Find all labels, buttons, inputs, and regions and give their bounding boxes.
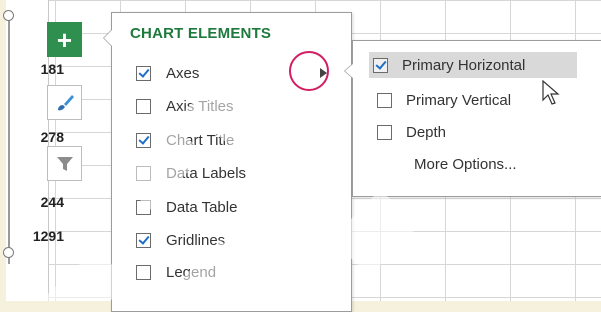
checkbox[interactable] — [136, 232, 151, 248]
chart-element-label: Data Table — [166, 198, 238, 216]
submenu-item-label: Depth — [406, 123, 447, 141]
resize-handle-top-left[interactable] — [3, 10, 14, 21]
checkbox[interactable] — [377, 124, 392, 140]
checkbox[interactable] — [136, 165, 151, 181]
paintbrush-icon — [57, 94, 74, 110]
panel-title: CHART ELEMENTS — [130, 25, 272, 42]
chart-element-label: Axes — [166, 64, 200, 82]
resize-handle-left[interactable] — [3, 247, 14, 258]
checkbox[interactable] — [377, 92, 392, 108]
plus-icon: + — [56, 24, 73, 55]
chart-element-label: Chart Title — [166, 131, 235, 149]
checkbox[interactable] — [136, 132, 151, 148]
cell-value[interactable]: 244 — [6, 194, 64, 210]
mouse-cursor-icon — [542, 80, 560, 105]
submenu-item-label: Primary Vertical — [406, 91, 512, 109]
cell-value[interactable]: 278 — [6, 129, 64, 145]
chart-styles-button[interactable] — [47, 85, 82, 120]
chart-element-axis-titles[interactable]: Axis Titles — [136, 94, 234, 118]
checkbox[interactable] — [373, 57, 388, 73]
funnel-icon — [56, 156, 73, 171]
chart-element-axes[interactable]: Axes — [136, 61, 199, 85]
submenu-item-label: Primary Horizontal — [402, 56, 526, 74]
chart-element-label: Data Labels — [166, 164, 247, 182]
more-options-link[interactable]: More Options... — [414, 156, 517, 173]
chart-element-data-labels[interactable]: Data Labels — [136, 161, 246, 185]
chart-element-gridlines[interactable]: Gridlines — [136, 228, 225, 252]
chart-selection-frame — [8, 12, 10, 264]
chart-element-data-table[interactable]: Data Table — [136, 195, 237, 219]
chart-element-label: Gridlines — [166, 231, 226, 249]
checkbox[interactable] — [136, 264, 151, 280]
axes-submenu: Primary Horizontal Primary Vertical Dept… — [344, 40, 601, 197]
cell-value[interactable]: 181 — [6, 61, 64, 77]
submenu-item-primary-vertical[interactable]: Primary Vertical — [373, 87, 511, 113]
checkbox[interactable] — [136, 65, 151, 81]
chart-element-label: Legend — [166, 263, 217, 281]
cell-value[interactable]: 1291 — [6, 228, 64, 244]
chart-element-label: Axis Titles — [166, 97, 234, 115]
checkbox[interactable] — [136, 199, 151, 215]
callout-circle — [289, 51, 329, 91]
chart-filters-button[interactable] — [47, 146, 82, 181]
submenu-item-primary-horizontal[interactable]: Primary Horizontal — [369, 52, 577, 78]
chart-elements-button[interactable]: + — [47, 22, 82, 57]
chart-element-chart-title[interactable]: Chart Title — [136, 128, 234, 152]
checkbox[interactable] — [136, 98, 151, 114]
submenu-item-depth[interactable]: Depth — [373, 119, 446, 145]
chart-element-legend[interactable]: Legend — [136, 260, 216, 284]
